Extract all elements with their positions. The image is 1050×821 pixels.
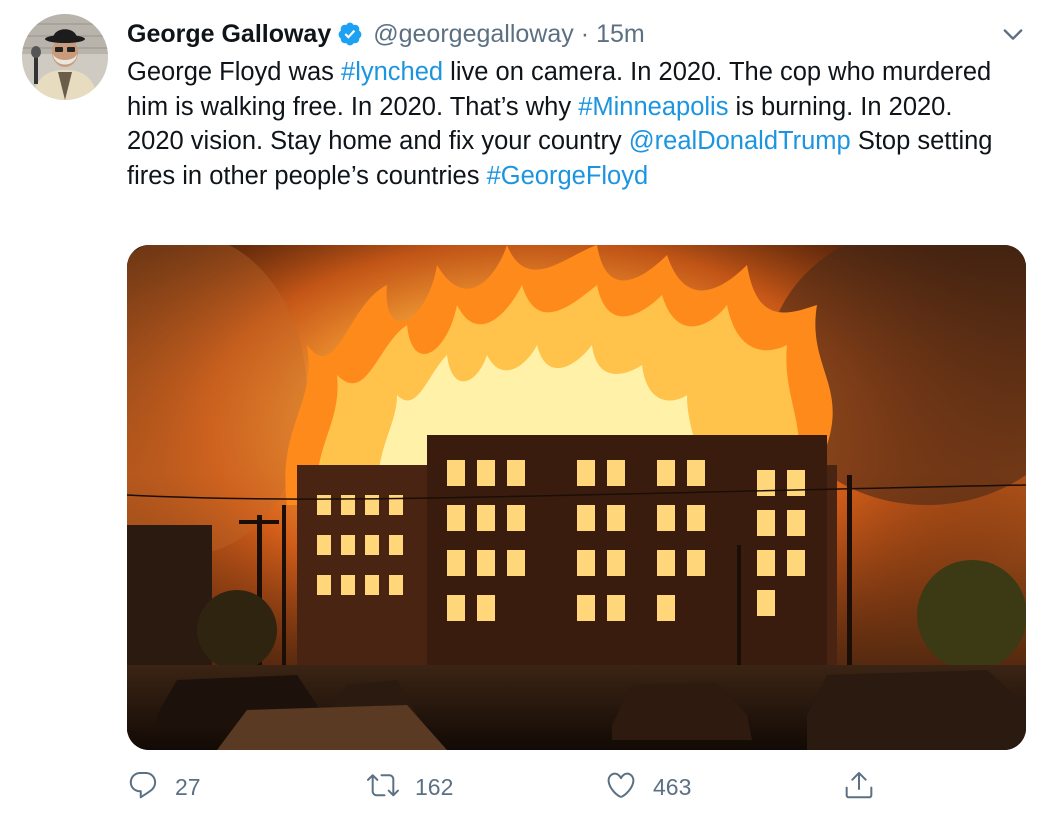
display-name[interactable]: George Galloway	[127, 20, 331, 49]
burning-building-image	[127, 245, 1026, 750]
author-handle[interactable]: @georgegalloway	[373, 20, 574, 49]
tweet-text-segment: George Floyd was	[127, 58, 342, 86]
reply-count: 27	[175, 773, 201, 800]
tweet-actions: 27 162 463	[127, 765, 1007, 809]
separator-dot: ·	[580, 19, 590, 48]
share-button[interactable]	[843, 765, 875, 809]
share-icon	[843, 769, 875, 806]
tweet-media-photo[interactable]	[127, 245, 1026, 750]
chevron-down-icon[interactable]	[999, 20, 1027, 48]
tweet-card[interactable]: George Galloway @georgegalloway · 15m Ge…	[0, 0, 1050, 821]
hashtag-minneapolis-link[interactable]: #Minneapolis	[578, 93, 728, 121]
tweet-text: George Floyd was #lynched live on camera…	[127, 55, 1007, 193]
avatar[interactable]	[22, 14, 108, 100]
avatar-image	[22, 14, 108, 100]
mention-realdonaldtrump-link[interactable]: @realDonaldTrump	[629, 127, 851, 155]
tweet-header: George Galloway @georgegalloway · 15m	[127, 14, 645, 54]
retweet-count: 162	[415, 773, 454, 800]
retweet-icon	[367, 769, 399, 806]
heart-icon	[605, 769, 637, 806]
reply-icon	[127, 769, 159, 806]
hashtag-georgefloyd-link[interactable]: #GeorgeFloyd	[487, 162, 649, 190]
reply-button[interactable]: 27	[127, 765, 201, 809]
timestamp[interactable]: 15m	[596, 20, 645, 49]
like-button[interactable]: 463	[605, 765, 691, 809]
hashtag-lynched-link[interactable]: #lynched	[341, 58, 443, 86]
verified-badge-icon	[337, 21, 363, 47]
retweet-button[interactable]: 162	[367, 765, 453, 809]
like-count: 463	[653, 773, 692, 800]
